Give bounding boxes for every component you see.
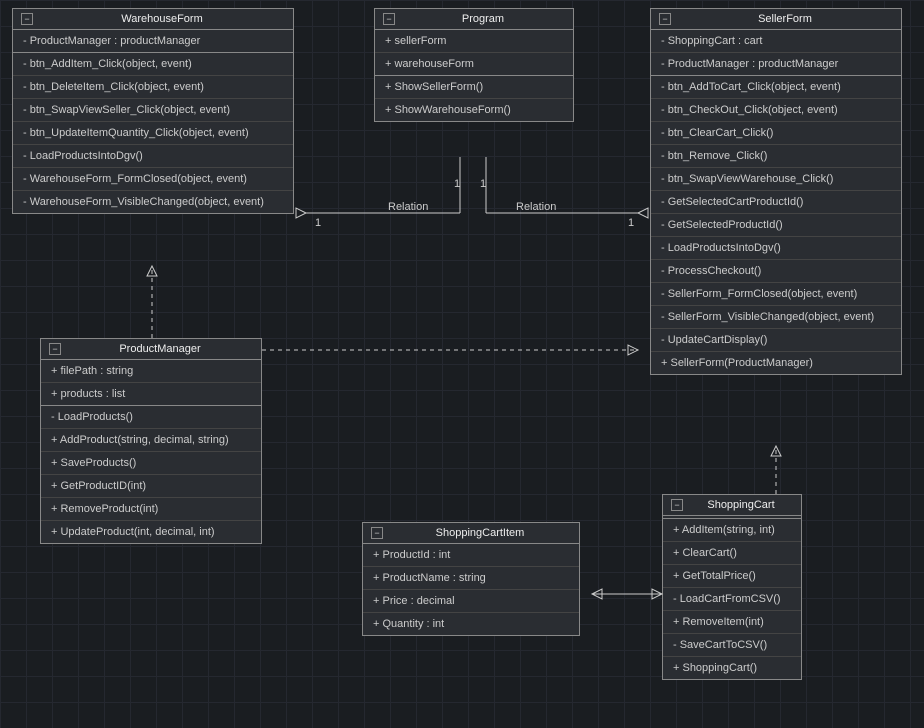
method: - btn_CheckOut_Click(object, event) <box>651 99 901 122</box>
attr: + warehouseForm <box>375 53 573 75</box>
method: + UpdateProduct(int, decimal, int) <box>41 521 261 543</box>
collapse-icon[interactable]: − <box>49 343 61 355</box>
attr: + Quantity : int <box>363 613 579 635</box>
method: - btn_AddItem_Click(object, event) <box>13 53 293 76</box>
method: - btn_SwapViewWarehouse_Click() <box>651 168 901 191</box>
attr: - ProductManager : productManager <box>651 53 901 75</box>
methods: - btn_AddItem_Click(object, event) - btn… <box>13 53 293 213</box>
method: + ShowWarehouseForm() <box>375 99 573 121</box>
class-title: Program <box>401 13 565 25</box>
class-title: ShoppingCartItem <box>389 527 571 539</box>
collapse-icon[interactable]: − <box>659 13 671 25</box>
collapse-icon[interactable]: − <box>371 527 383 539</box>
method: - SaveCartToCSV() <box>663 634 801 657</box>
method: - btn_UpdateItemQuantity_Click(object, e… <box>13 122 293 145</box>
method: + GetProductID(int) <box>41 475 261 498</box>
attr: + Price : decimal <box>363 590 579 613</box>
class-header: − WarehouseForm <box>13 9 293 30</box>
collapse-icon[interactable]: − <box>383 13 395 25</box>
method: - btn_Remove_Click() <box>651 145 901 168</box>
attr: + ProductId : int <box>363 544 579 567</box>
class-shoppingcart[interactable]: − ShoppingCart + AddItem(string, int) + … <box>662 494 802 680</box>
method: - btn_ClearCart_Click() <box>651 122 901 145</box>
method: + ShoppingCart() <box>663 657 801 679</box>
method: - SellerForm_FormClosed(object, event) <box>651 283 901 306</box>
class-header: − Program <box>375 9 573 30</box>
attributes: - ShoppingCart : cart - ProductManager :… <box>651 30 901 76</box>
collapse-icon[interactable]: − <box>21 13 33 25</box>
attributes: + filePath : string + products : list <box>41 360 261 406</box>
method: + RemoveProduct(int) <box>41 498 261 521</box>
class-title: SellerForm <box>677 13 893 25</box>
class-title: ProductManager <box>67 343 253 355</box>
methods: + AddItem(string, int) + ClearCart() + G… <box>663 519 801 679</box>
method: - btn_SwapViewSeller_Click(object, event… <box>13 99 293 122</box>
method: + AddProduct(string, decimal, string) <box>41 429 261 452</box>
attributes: - ProductManager : productManager <box>13 30 293 53</box>
method: - btn_AddToCart_Click(object, event) <box>651 76 901 99</box>
methods: + ShowSellerForm() + ShowWarehouseForm() <box>375 76 573 121</box>
class-warehouseform[interactable]: − WarehouseForm - ProductManager : produ… <box>12 8 294 214</box>
attr: - ShoppingCart : cart <box>651 30 901 53</box>
methods: - LoadProducts() + AddProduct(string, de… <box>41 406 261 543</box>
class-sellerform[interactable]: − SellerForm - ShoppingCart : cart - Pro… <box>650 8 902 375</box>
attr: + filePath : string <box>41 360 261 383</box>
method: - LoadProductsIntoDgv() <box>651 237 901 260</box>
attr: + products : list <box>41 383 261 405</box>
method: + AddItem(string, int) <box>663 519 801 542</box>
method: - LoadCartFromCSV() <box>663 588 801 611</box>
method: + RemoveItem(int) <box>663 611 801 634</box>
method: - ProcessCheckout() <box>651 260 901 283</box>
class-productmanager[interactable]: − ProductManager + filePath : string + p… <box>40 338 262 544</box>
method: - WarehouseForm_FormClosed(object, event… <box>13 168 293 191</box>
attributes: + sellerForm + warehouseForm <box>375 30 573 76</box>
method: - GetSelectedProductId() <box>651 214 901 237</box>
method: - LoadProducts() <box>41 406 261 429</box>
method: - LoadProductsIntoDgv() <box>13 145 293 168</box>
attr: + ProductName : string <box>363 567 579 590</box>
class-title: ShoppingCart <box>689 499 793 511</box>
method: - UpdateCartDisplay() <box>651 329 901 352</box>
method: + ClearCart() <box>663 542 801 565</box>
method: - SellerForm_VisibleChanged(object, even… <box>651 306 901 329</box>
class-header: − ShoppingCart <box>663 495 801 516</box>
class-title: WarehouseForm <box>39 13 285 25</box>
method: + ShowSellerForm() <box>375 76 573 99</box>
method: + SaveProducts() <box>41 452 261 475</box>
method: - btn_DeleteItem_Click(object, event) <box>13 76 293 99</box>
collapse-icon[interactable]: − <box>671 499 683 511</box>
class-shoppingcartitem[interactable]: − ShoppingCartItem + ProductId : int + P… <box>362 522 580 636</box>
method: + GetTotalPrice() <box>663 565 801 588</box>
class-program[interactable]: − Program + sellerForm + warehouseForm +… <box>374 8 574 122</box>
method: + SellerForm(ProductManager) <box>651 352 901 374</box>
class-header: − SellerForm <box>651 9 901 30</box>
class-header: − ShoppingCartItem <box>363 523 579 544</box>
attr: + sellerForm <box>375 30 573 53</box>
attr: - ProductManager : productManager <box>13 30 293 52</box>
methods: - btn_AddToCart_Click(object, event) - b… <box>651 76 901 374</box>
class-header: − ProductManager <box>41 339 261 360</box>
method: - GetSelectedCartProductId() <box>651 191 901 214</box>
attributes: + ProductId : int + ProductName : string… <box>363 544 579 635</box>
method: - WarehouseForm_VisibleChanged(object, e… <box>13 191 293 213</box>
